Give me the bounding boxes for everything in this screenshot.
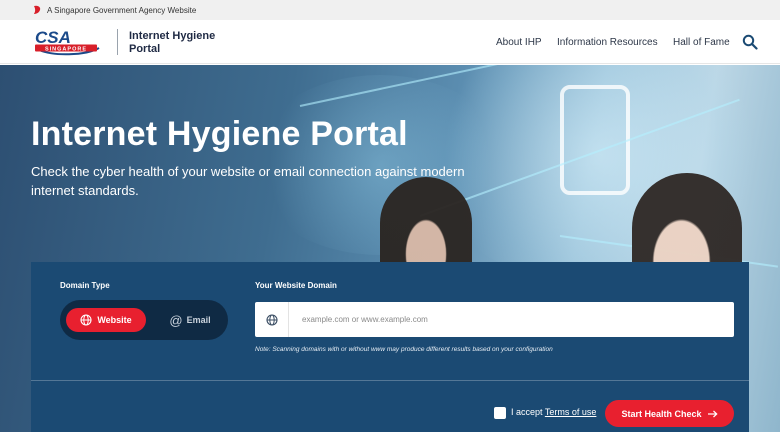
domain-type-toggle: Website @ Email	[60, 300, 228, 340]
csa-logo-graphic: CSA SINGAPORE	[35, 28, 100, 56]
logo-sub-text: SINGAPORE	[45, 47, 87, 53]
accept-prefix: I accept	[511, 407, 545, 417]
website-option-button[interactable]: Website	[66, 308, 146, 332]
panel-divider	[31, 380, 749, 381]
arrow-right-icon	[707, 410, 718, 417]
website-option-label: Website	[97, 315, 132, 325]
domain-input[interactable]	[290, 302, 730, 337]
hero-title: Internet Hygiene Portal	[31, 115, 408, 153]
site-header: CSA SINGAPORE Internet Hygiene Portal Ab…	[0, 20, 780, 64]
hero-subtitle: Check the cyber health of your website o…	[31, 164, 465, 198]
globe-icon	[265, 313, 278, 326]
portal-name[interactable]: Internet Hygiene Portal	[129, 30, 239, 56]
nav-hall-of-fame[interactable]: Hall of Fame	[673, 20, 730, 64]
at-icon: @	[169, 312, 183, 328]
website-domain-label: Your Website Domain	[255, 281, 337, 290]
masthead-text: A Singapore Government Agency Website	[47, 5, 197, 15]
hero-phone-graphic	[560, 85, 630, 195]
header-divider	[117, 29, 118, 55]
start-health-check-button[interactable]: Start Health Check	[605, 400, 734, 427]
health-check-panel: Domain Type Your Website Domain Website …	[31, 262, 749, 432]
scan-note: Note: Scanning domains with or without w…	[255, 346, 553, 353]
csa-logo[interactable]: CSA SINGAPORE	[33, 28, 105, 56]
gov-masthead: A Singapore Government Agency Website	[0, 0, 780, 20]
terms-of-use-link[interactable]: Terms of use	[545, 407, 597, 417]
logo-main-text: CSA	[35, 28, 71, 47]
globe-icon-box	[255, 302, 289, 337]
domain-type-label: Domain Type	[60, 281, 110, 290]
email-option-button[interactable]: @ Email	[158, 308, 222, 332]
singapore-lion-icon	[34, 5, 41, 15]
nav-information-resources[interactable]: Information Resources	[557, 20, 658, 64]
search-icon[interactable]	[742, 34, 758, 50]
email-option-label: Email	[186, 315, 211, 325]
nav-about-ihp[interactable]: About IHP	[496, 20, 542, 64]
globe-icon	[80, 314, 92, 326]
accept-terms-text: I accept Terms of use	[511, 407, 596, 417]
domain-input-group	[255, 302, 734, 337]
start-button-label: Start Health Check	[621, 408, 702, 419]
accept-terms-checkbox[interactable]	[494, 407, 506, 419]
